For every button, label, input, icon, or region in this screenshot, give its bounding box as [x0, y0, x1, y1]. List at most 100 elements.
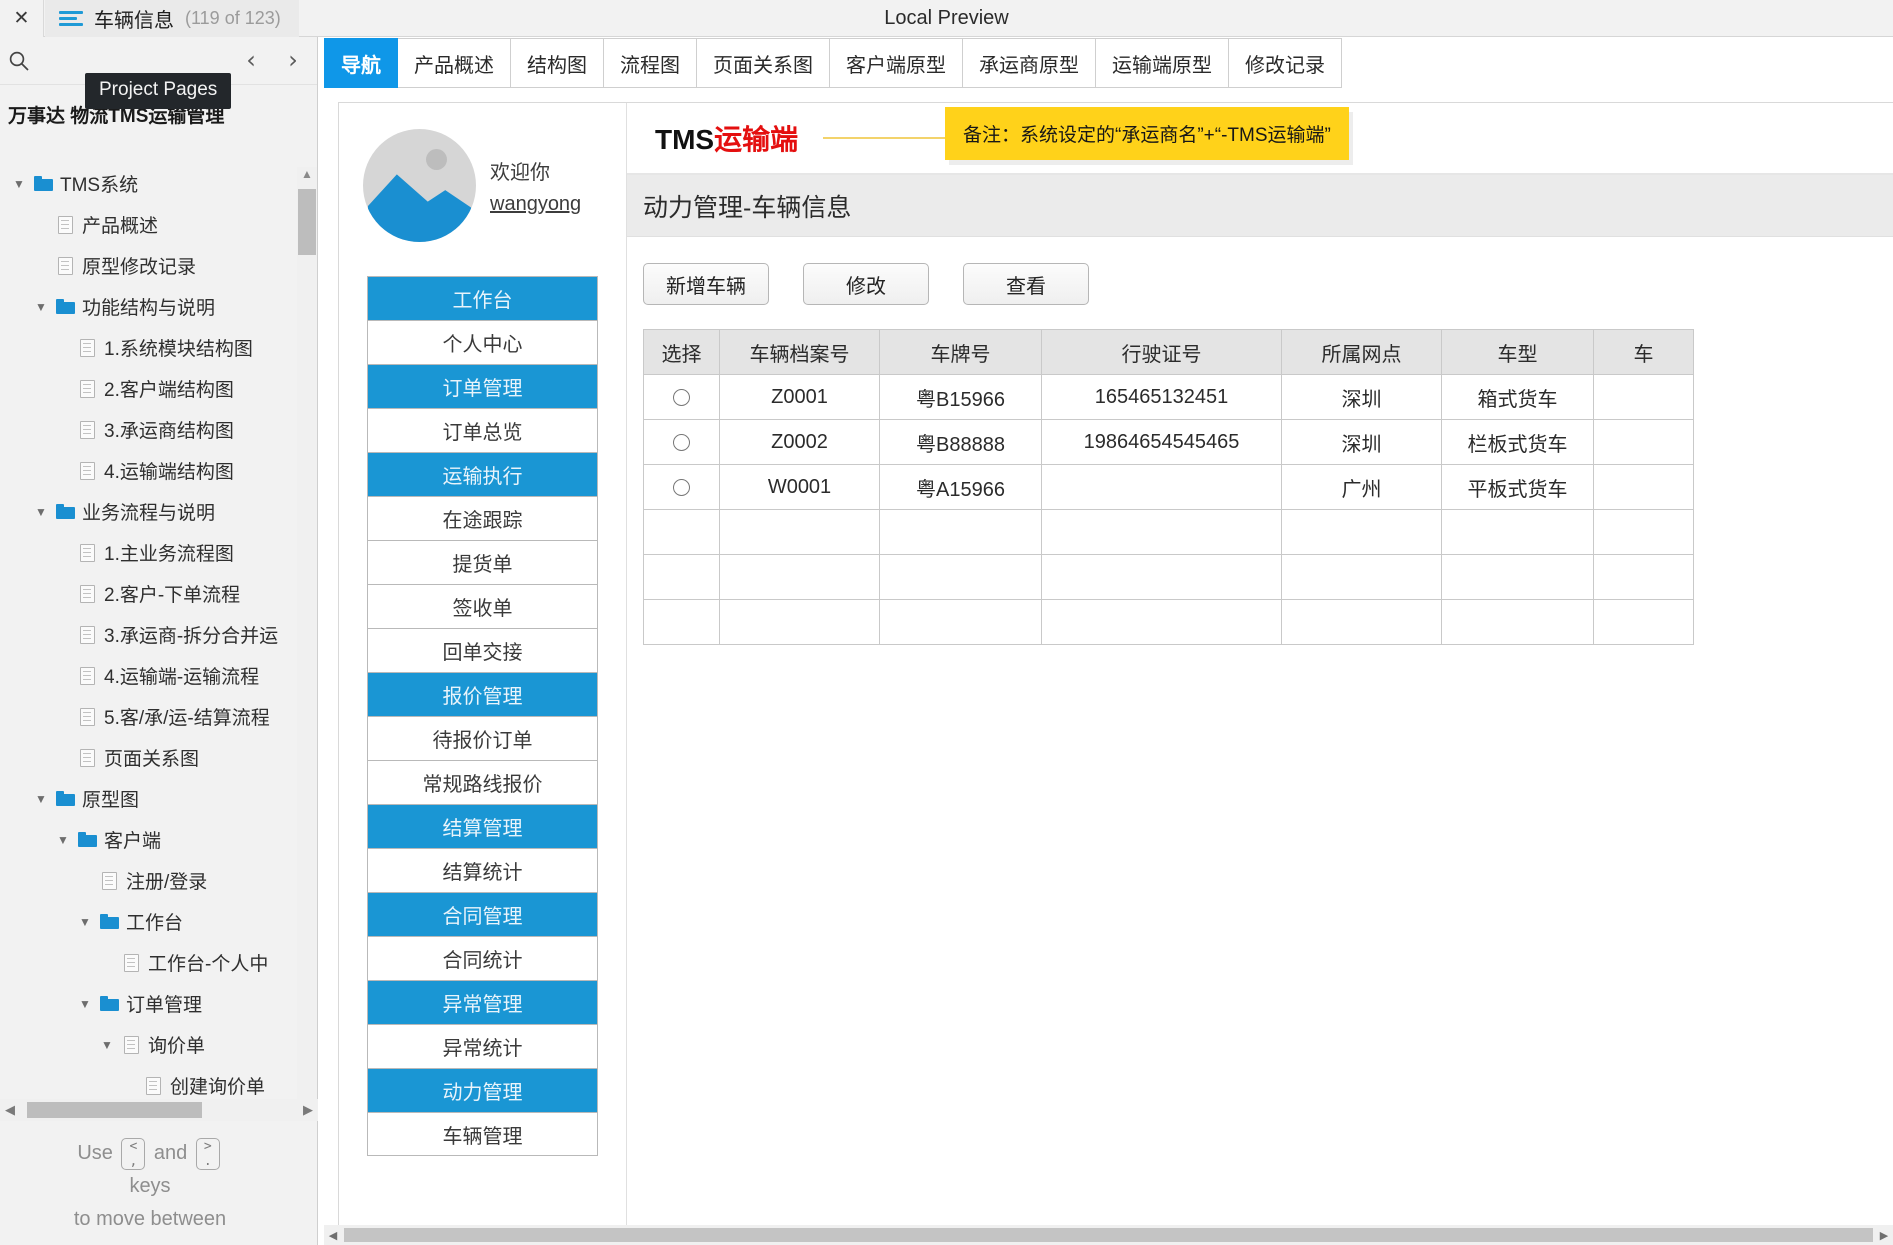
- next-page-button[interactable]: ›: [279, 45, 307, 75]
- action-button-2[interactable]: 修改: [803, 263, 929, 305]
- nav-menu-item[interactable]: 合同统计: [367, 936, 598, 980]
- tree-item[interactable]: 注册/登录: [0, 860, 318, 901]
- scroll-left-arrow[interactable]: ◀: [0, 1102, 20, 1118]
- tab-7[interactable]: 承运商原型: [963, 38, 1096, 88]
- action-button-1[interactable]: 新增车辆: [643, 263, 769, 305]
- tree-item[interactable]: 页面关系图: [0, 737, 318, 778]
- row-select-cell[interactable]: [643, 464, 720, 510]
- nav-group-header[interactable]: 动力管理: [367, 1068, 598, 1112]
- chevron-down-icon[interactable]: ▼: [74, 997, 96, 1011]
- nav-menu-item[interactable]: 待报价订单: [367, 716, 598, 760]
- row-select-cell[interactable]: [643, 509, 720, 555]
- tree-horizontal-scrollbar[interactable]: ◀ ▶: [0, 1099, 318, 1121]
- tree-item[interactable]: 3.承运商结构图: [0, 409, 318, 450]
- tree-item[interactable]: ▼ 业务流程与说明: [0, 491, 318, 532]
- horizontal-scroll-track[interactable]: [20, 1102, 298, 1118]
- table-row[interactable]: [643, 509, 1694, 555]
- tree-item[interactable]: 2.客户-下单流程: [0, 573, 318, 614]
- nav-group-header[interactable]: 合同管理: [367, 892, 598, 936]
- tab-8[interactable]: 运输端原型: [1096, 38, 1229, 88]
- table-row[interactable]: Z0002 粤B88888 19864654545465 深圳 栏板式货车: [643, 419, 1694, 465]
- tree-item[interactable]: 4.运输端-运输流程: [0, 655, 318, 696]
- scroll-up-arrow[interactable]: ▲: [301, 167, 313, 185]
- nav-group-header[interactable]: 运输执行: [367, 452, 598, 496]
- row-select-cell[interactable]: [643, 599, 720, 645]
- canvas-scroll-right-arrow[interactable]: ▶: [1875, 1229, 1893, 1242]
- nav-group-header[interactable]: 结算管理: [367, 804, 598, 848]
- nav-menu[interactable]: 工作台 个人中心 订单管理 订单总览 运输执行 在途跟踪 提货单 签收单 回单交接 报价管理 待报价…: [367, 276, 598, 1156]
- nav-menu-item[interactable]: 常规路线报价: [367, 760, 598, 804]
- nav-group-header[interactable]: 报价管理: [367, 672, 598, 716]
- tab-3[interactable]: 结构图: [511, 38, 604, 88]
- tab-1[interactable]: 导航: [324, 38, 398, 88]
- vehicle-table[interactable]: 选择 车辆档案号 车牌号 行驶证号 所属网点 车型车 Z0001 粤B15966 165465…: [643, 329, 1694, 645]
- nav-menu-item[interactable]: 车辆管理: [367, 1112, 598, 1156]
- tree-item[interactable]: 原型修改记录: [0, 245, 318, 286]
- chevron-down-icon[interactable]: ▼: [30, 792, 52, 806]
- nav-group-header[interactable]: 异常管理: [367, 980, 598, 1024]
- nav-group-header[interactable]: 工作台: [367, 276, 598, 320]
- radio-button-icon[interactable]: [673, 478, 690, 496]
- chevron-down-icon[interactable]: ▼: [74, 915, 96, 929]
- row-select-cell[interactable]: [643, 374, 720, 420]
- canvas-horizontal-scrollbar[interactable]: ◀ ▶: [324, 1225, 1893, 1245]
- project-pages-tab[interactable]: 车辆信息 (119 of 123): [45, 0, 299, 37]
- nav-menu-item[interactable]: 个人中心: [367, 320, 598, 364]
- tree-item[interactable]: ▼ 原型图: [0, 778, 318, 819]
- nav-menu-item[interactable]: 异常统计: [367, 1024, 598, 1068]
- chevron-down-icon[interactable]: ▼: [30, 505, 52, 519]
- close-button[interactable]: ✕: [0, 0, 44, 37]
- tree-item[interactable]: 产品概述: [0, 204, 318, 245]
- tree-item[interactable]: 5.客/承/运-结算流程: [0, 696, 318, 737]
- tab-2[interactable]: 产品概述: [398, 38, 511, 88]
- tree-item[interactable]: 创建询价单: [0, 1065, 318, 1098]
- view-tabs[interactable]: 导航 产品概述 结构图 流程图 页面关系图 客户端原型 承运商原型 运输端原型 修改记录: [324, 38, 1342, 88]
- tree-item[interactable]: 2.客户端结构图: [0, 368, 318, 409]
- tab-4[interactable]: 流程图: [604, 38, 697, 88]
- prev-page-button[interactable]: ‹: [237, 45, 265, 75]
- nav-menu-item[interactable]: 签收单: [367, 584, 598, 628]
- table-row[interactable]: W0001 粤A15966 广州 平板式货车: [643, 464, 1694, 510]
- chevron-down-icon[interactable]: ▼: [8, 177, 30, 191]
- chevron-down-icon[interactable]: ▼: [52, 833, 74, 847]
- table-row[interactable]: Z0001 粤B15966 165465132451 深圳 箱式货车: [643, 374, 1694, 420]
- tree-item[interactable]: ▼ 客户端: [0, 819, 318, 860]
- tree-item[interactable]: ▼ 订单管理: [0, 983, 318, 1024]
- action-button-3[interactable]: 查看: [963, 263, 1089, 305]
- table-row[interactable]: [643, 554, 1694, 600]
- canvas-scroll-left-arrow[interactable]: ◀: [324, 1229, 342, 1242]
- username-link[interactable]: wangyong: [490, 193, 581, 216]
- nav-menu-item[interactable]: 回单交接: [367, 628, 598, 672]
- canvas-scroll-thumb[interactable]: [344, 1228, 1873, 1242]
- search-icon[interactable]: [6, 48, 32, 74]
- tree-item[interactable]: ▼ 询价单: [0, 1024, 318, 1065]
- hamburger-menu-icon[interactable]: [59, 10, 83, 28]
- nav-menu-item[interactable]: 订单总览: [367, 408, 598, 452]
- nav-menu-item[interactable]: 提货单: [367, 540, 598, 584]
- action-button-row[interactable]: 新增车辆 修改 查看: [627, 237, 1893, 305]
- radio-button-icon[interactable]: [673, 388, 690, 406]
- nav-menu-item[interactable]: 在途跟踪: [367, 496, 598, 540]
- table-row[interactable]: [643, 599, 1694, 645]
- nav-menu-item[interactable]: 结算统计: [367, 848, 598, 892]
- vertical-scroll-thumb[interactable]: [298, 189, 316, 255]
- chevron-down-icon[interactable]: ▼: [30, 300, 52, 314]
- tree-item[interactable]: ▼ 工作台: [0, 901, 318, 942]
- tree-item[interactable]: 3.承运商-拆分合并运: [0, 614, 318, 655]
- tab-9[interactable]: 修改记录: [1229, 38, 1342, 88]
- tree-item[interactable]: 1.主业务流程图: [0, 532, 318, 573]
- scroll-right-arrow[interactable]: ▶: [298, 1102, 318, 1118]
- row-select-cell[interactable]: [643, 554, 720, 600]
- tab-6[interactable]: 客户端原型: [830, 38, 963, 88]
- tree-item[interactable]: ▼ 功能结构与说明: [0, 286, 318, 327]
- tree-vertical-scrollbar[interactable]: ▲: [297, 167, 317, 1121]
- nav-group-header[interactable]: 订单管理: [367, 364, 598, 408]
- tab-5[interactable]: 页面关系图: [697, 38, 830, 88]
- radio-button-icon[interactable]: [673, 433, 690, 451]
- horizontal-scroll-thumb[interactable]: [27, 1102, 202, 1118]
- tree-item[interactable]: 4.运输端结构图: [0, 450, 318, 491]
- tree-item[interactable]: ▼ TMS系统: [0, 163, 318, 204]
- tree-item[interactable]: 工作台-个人中: [0, 942, 318, 983]
- chevron-down-icon[interactable]: ▼: [96, 1038, 118, 1052]
- page-tree[interactable]: ▼ TMS系统 产品概述 原型修改记录 ▼ 功能结构与说明 1.系统模块结构图 2.客户端结构…: [0, 163, 318, 1098]
